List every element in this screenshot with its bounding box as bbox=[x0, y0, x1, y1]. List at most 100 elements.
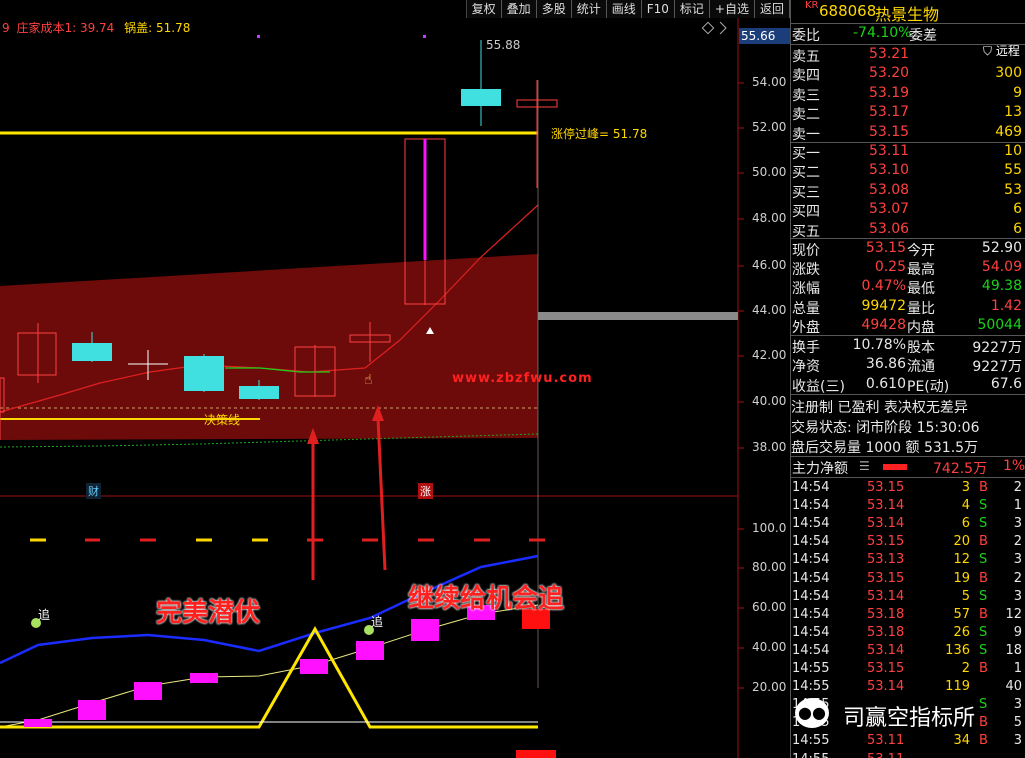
fund-label-2: 股本 bbox=[907, 340, 935, 356]
price-tick-label: 52.00 bbox=[752, 120, 787, 134]
stat-label-2: 量比 bbox=[907, 300, 935, 317]
signal-dot-1 bbox=[257, 35, 260, 38]
tick-side: B bbox=[979, 733, 988, 749]
sell_levels-volume: 13 bbox=[1004, 104, 1022, 121]
buy_levels-price: 53.06 bbox=[869, 220, 910, 237]
stock-name: 热景生物 bbox=[875, 5, 940, 24]
tick-count: 3 bbox=[1013, 733, 1022, 749]
tick-price: 53.14 bbox=[867, 679, 905, 695]
price-tick-label: 46.00 bbox=[752, 258, 787, 272]
tick-volume: 6 bbox=[961, 516, 970, 532]
buy_levels-price: 53.10 bbox=[869, 162, 910, 179]
tick-volume: 20 bbox=[953, 534, 970, 550]
toolbar-button-1[interactable]: 叠加 bbox=[502, 0, 537, 18]
toolbar-button-8[interactable]: 返回 bbox=[755, 0, 790, 18]
stat-value-2: 49.38 bbox=[981, 278, 1022, 295]
toolbar-button-2[interactable]: 多股 bbox=[537, 0, 572, 18]
tick-price: 53.14 bbox=[867, 498, 905, 514]
tick-side: S bbox=[979, 642, 988, 658]
diamond-icon[interactable] bbox=[701, 21, 715, 35]
toolbar-button-6[interactable]: 标记 bbox=[675, 0, 710, 18]
badge-zhang[interactable]: 涨 bbox=[418, 483, 433, 499]
ratio-value: -74.10% bbox=[853, 25, 912, 41]
after-hours-row: 盘后交易量 1000 额 531.5万 bbox=[791, 440, 979, 456]
buy_levels-row[interactable]: 买五 53.06 6 bbox=[791, 221, 1025, 240]
buy_levels-volume: 53 bbox=[1004, 181, 1022, 198]
price-axis-ticks bbox=[738, 82, 744, 689]
fund-value-2: 67.6 bbox=[990, 375, 1022, 392]
stat-value: 0.25 bbox=[874, 259, 906, 276]
candle-6 bbox=[239, 386, 279, 399]
price-tick-label: 50.00 bbox=[752, 165, 787, 179]
sell_levels-row[interactable]: 卖一 53.15 469 bbox=[791, 124, 1025, 143]
sell_levels-price: 53.19 bbox=[869, 84, 910, 101]
tick-volume: 57 bbox=[953, 606, 970, 622]
tick-time: 14:55 bbox=[792, 679, 830, 695]
legend-pot: 锅盖: 51.78 bbox=[124, 21, 191, 35]
stock-header: KR 688068 热景生物 bbox=[791, 0, 1025, 24]
stat-value: 49428 bbox=[861, 316, 906, 333]
sell_levels-volume: 9 bbox=[1013, 84, 1022, 101]
sep-buy bbox=[791, 238, 1025, 239]
buy_levels-row[interactable]: 买一 53.11 10 bbox=[791, 143, 1025, 162]
sell_levels-price: 53.17 bbox=[869, 104, 910, 121]
buy_levels-row[interactable]: 买二 53.10 55 bbox=[791, 162, 1025, 181]
tick-count: 3 bbox=[1013, 552, 1022, 568]
chevron-right-icon[interactable] bbox=[719, 21, 727, 35]
tick-side: B bbox=[979, 534, 988, 550]
toolbar-button-5[interactable]: F10 bbox=[642, 0, 675, 18]
tick-time: 14:54 bbox=[792, 480, 830, 495]
buy_levels-volume: 10 bbox=[1004, 143, 1022, 159]
tick-count: 12 bbox=[1005, 606, 1022, 622]
toolbar-button-3[interactable]: 统计 bbox=[572, 0, 607, 18]
tick-time: 14:55 bbox=[792, 733, 830, 749]
fund-value: 10.78% bbox=[852, 337, 906, 353]
wechat-watermark: ●● 司赢空指标所 bbox=[791, 694, 1025, 734]
sep-fund bbox=[791, 394, 1025, 395]
tick-time: 14:54 bbox=[792, 534, 830, 550]
toolbar-button-0[interactable]: 复权 bbox=[467, 0, 502, 18]
cursor-hand-icon: ☝ bbox=[364, 372, 373, 388]
tick-side: B bbox=[979, 570, 988, 586]
fund-label-2: 流通 bbox=[907, 359, 935, 376]
tick-side: S bbox=[979, 588, 988, 604]
tick-count: 40 bbox=[1005, 679, 1022, 695]
stat-value-2: 50044 bbox=[977, 316, 1022, 333]
sell_levels-row[interactable]: 卖四 53.20 300 bbox=[791, 65, 1025, 84]
main-chart-svg bbox=[0, 0, 744, 758]
sell_levels-price: 53.15 bbox=[869, 123, 910, 140]
stat-label-2: 最高 bbox=[907, 262, 935, 279]
tick-price: 53.15 bbox=[867, 661, 905, 676]
main-net-value: 742.5万 bbox=[933, 461, 988, 477]
legend-cost: 庄家成本1: 39.74 bbox=[16, 21, 115, 35]
list-icon: ☰ bbox=[859, 459, 870, 473]
wechat-brand: 司赢空指标所 bbox=[843, 706, 976, 731]
indicator-tick-label: 100.0 bbox=[752, 521, 787, 535]
sell_levels-row[interactable]: 卖二 53.17 13 bbox=[791, 104, 1025, 123]
tick-price: 53.14 bbox=[867, 588, 905, 604]
tick-count: 2 bbox=[1013, 480, 1022, 495]
registration-row: 注册制 已盈利 表决权无差异 bbox=[791, 400, 968, 416]
buy_levels-row[interactable]: 买三 53.08 53 bbox=[791, 182, 1025, 201]
high-price-label: 55.88 bbox=[486, 38, 521, 52]
candle-5 bbox=[184, 356, 224, 391]
stat-label-2: 最低 bbox=[907, 281, 935, 298]
tick-time: 14:54 bbox=[792, 570, 830, 586]
sell_levels-row[interactable]: 卖五 53.21 bbox=[791, 46, 1025, 65]
fund-value-2: 9227万 bbox=[972, 340, 1022, 356]
buy_levels-row[interactable]: 买四 53.07 6 bbox=[791, 201, 1025, 220]
tick-volume: 136 bbox=[945, 642, 970, 658]
tick-time: 14:54 bbox=[792, 552, 830, 568]
toolbar-button-7[interactable]: +自选 bbox=[710, 0, 755, 18]
stat-label-2: 今开 bbox=[907, 243, 935, 259]
toolbar-button-4[interactable]: 画线 bbox=[607, 0, 642, 18]
kline-chart-area[interactable]: 复权 叠加 多股 统计 画线 F10 标记 +自选 返回 9 庄家成本1: 39.74 锅盖: … bbox=[0, 0, 790, 758]
tick-volume: 12 bbox=[953, 552, 970, 568]
buy_levels-label: 买二 bbox=[792, 165, 820, 182]
limit-line-label: 涨停过峰= 51.78 bbox=[551, 127, 648, 141]
price-tick-label: 38.00 bbox=[752, 440, 787, 454]
sell_levels-row[interactable]: 卖三 53.19 9 bbox=[791, 85, 1025, 104]
indicator-tick-label: 60.00 bbox=[752, 600, 787, 614]
stat-label: 外盘 bbox=[792, 319, 820, 336]
badge-cai[interactable]: 财 bbox=[86, 483, 101, 499]
